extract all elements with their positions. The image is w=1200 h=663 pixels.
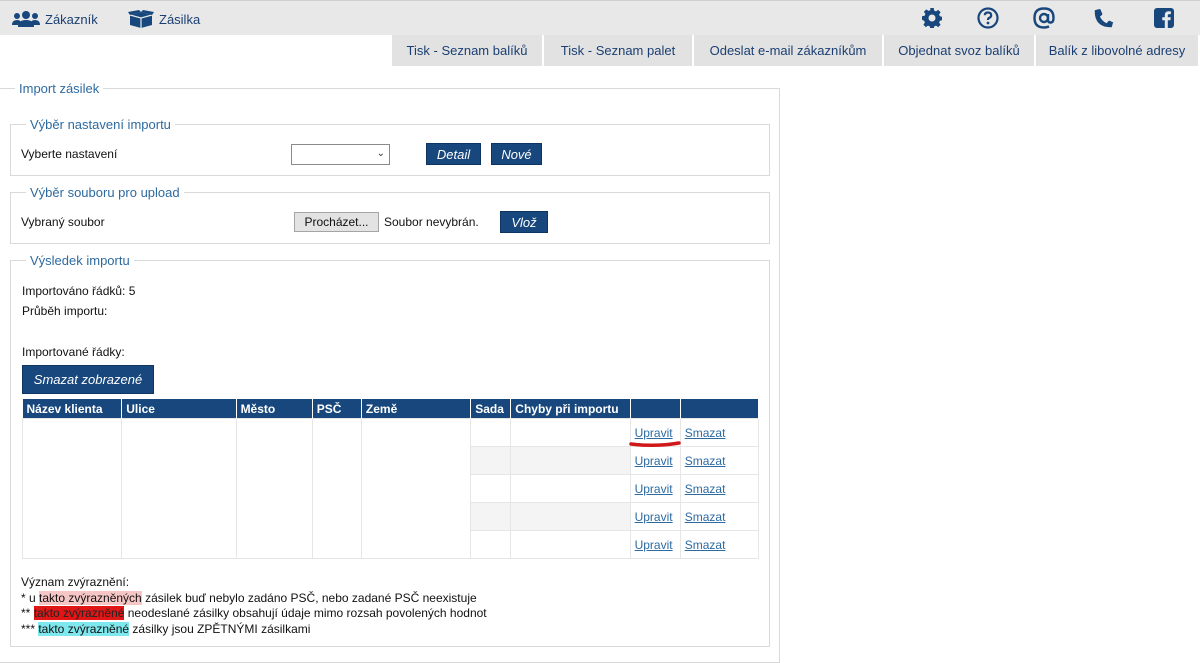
file-label: Vybraný soubor: [21, 215, 105, 229]
cell-set: [470, 446, 512, 475]
cell-errors: [510, 530, 631, 559]
highlight-legend-line-3: *** takto zvýrazněné zásilky jsou ZPĚTNÝ…: [21, 622, 310, 636]
tab-package-any-address[interactable]: Balík z libovolné adresy: [1034, 35, 1198, 66]
col-import-errors[interactable]: Chyby při importu: [510, 399, 631, 419]
cell-delete: Smazat: [679, 418, 760, 447]
legend-1-suffix: zásilek buď nebylo zadáno PSČ, nebo zada…: [141, 591, 477, 605]
import-title: Import zásilek: [19, 81, 100, 96]
new-button[interactable]: Nové: [491, 143, 542, 165]
imported-rows-label: Importované řádky:: [22, 345, 125, 359]
edit-link[interactable]: Upravit: [635, 538, 673, 552]
cell-delete: Smazat: [679, 502, 760, 531]
cell-zip: [311, 418, 362, 559]
at-icon[interactable]: [1033, 7, 1055, 29]
cell-set: [470, 530, 512, 559]
legend-3-suffix: zásilky jsou ZPĚTNÝMI zásilkami: [129, 622, 311, 636]
cell-delete: Smazat: [679, 474, 760, 503]
nav-customer[interactable]: Zákazník: [12, 10, 98, 28]
edit-link[interactable]: Upravit: [635, 426, 673, 440]
col-client-name[interactable]: Název klienta: [22, 399, 123, 419]
edit-link[interactable]: Upravit: [635, 510, 673, 524]
top-navbar: Zákazník Zásilka: [0, 0, 1200, 35]
cell-edit: Upravit: [629, 474, 681, 503]
nav-shipment[interactable]: Zásilka: [128, 10, 200, 28]
cell-errors: [510, 502, 631, 531]
insert-button[interactable]: Vlož: [500, 211, 548, 233]
settings-select[interactable]: ⌄: [291, 144, 390, 165]
col-zip[interactable]: PSČ: [312, 399, 362, 419]
cell-edit: Upravit: [629, 530, 681, 559]
nav-customer-label: Zákazník: [45, 11, 98, 27]
import-progress: Průběh importu:: [22, 304, 108, 318]
legend-2-suffix: neodeslané zásilky obsahují údaje mimo r…: [124, 606, 487, 620]
legend-2-highlight: takto zvýrazněné: [33, 606, 125, 620]
col-country[interactable]: Země: [361, 399, 472, 419]
tab-print-pallet-list[interactable]: Tisk - Seznam palet: [542, 35, 692, 66]
tab-print-package-list[interactable]: Tisk - Seznam balíků: [390, 35, 542, 66]
detail-button[interactable]: Detail: [426, 143, 481, 165]
settings-section: Výběr nastavení importu: [10, 117, 770, 176]
cell-client: [21, 418, 123, 559]
highlight-legend-line-1: * u takto zvýrazněných zásilek buď nebyl…: [21, 591, 477, 605]
imported-rows-table: Název klienta Ulice Město PSČ Země Sada …: [21, 399, 760, 559]
delete-link[interactable]: Smazat: [685, 482, 726, 496]
legend-3-highlight: takto zvýrazněné: [38, 622, 130, 636]
cell-delete: Smazat: [679, 446, 760, 475]
col-edit: [630, 399, 681, 419]
legend-1-prefix: * u: [21, 591, 40, 605]
cell-delete: Smazat: [679, 530, 760, 559]
phone-icon[interactable]: [1093, 7, 1115, 29]
cell-edit: Upravit: [629, 446, 681, 475]
highlight-underline: [628, 441, 681, 448]
settings-label: Vyberte nastavení: [21, 147, 118, 161]
gear-icon[interactable]: [921, 7, 943, 29]
upload-legend: Výběr souboru pro upload: [30, 185, 180, 200]
action-tabs: Tisk - Seznam balíků Tisk - Seznam palet…: [390, 35, 1198, 66]
cell-edit: Upravit: [628, 418, 681, 448]
cell-errors: [510, 474, 631, 503]
browse-button[interactable]: Procházet...: [294, 212, 379, 232]
legend-2-prefix: **: [21, 606, 34, 620]
legend-3-prefix: ***: [21, 622, 39, 636]
result-legend: Výsledek importu: [30, 253, 130, 268]
cell-street: [121, 418, 237, 559]
delete-link[interactable]: Smazat: [685, 454, 726, 468]
delete-link[interactable]: Smazat: [685, 510, 726, 524]
table-row: Upravit Smazat: [21, 418, 760, 559]
nav-shipment-label: Zásilka: [159, 11, 201, 27]
box-icon: [128, 10, 154, 28]
delete-link[interactable]: Smazat: [685, 538, 726, 552]
col-city[interactable]: Město: [236, 399, 313, 419]
col-delete: [680, 399, 760, 419]
legend-1-highlight: takto zvýrazněných: [39, 591, 142, 605]
users-icon: [12, 11, 40, 27]
facebook-icon[interactable]: [1153, 7, 1175, 29]
col-set[interactable]: Sada: [470, 399, 512, 419]
edit-link[interactable]: Upravit: [635, 482, 673, 496]
tab-order-pickup[interactable]: Objednat svoz balíků: [882, 35, 1034, 66]
cell-errors: [510, 418, 631, 447]
cell-set: [470, 502, 512, 531]
col-street[interactable]: Ulice: [121, 399, 237, 419]
cell-set: [470, 418, 512, 447]
highlight-legend-line-2: ** takto zvýrazněné neodeslané zásilky o…: [21, 606, 487, 620]
question-icon[interactable]: [977, 7, 999, 29]
cell-country: [360, 418, 472, 559]
delete-shown-button[interactable]: Smazat zobrazené: [22, 365, 154, 394]
cell-city: [235, 418, 313, 559]
cell-set: [470, 474, 512, 503]
highlight-legend-title: Význam zvýraznění:: [21, 575, 130, 589]
rows-imported: Importováno řádků: 5: [22, 284, 136, 298]
delete-link[interactable]: Smazat: [685, 426, 726, 440]
tab-send-email-customers[interactable]: Odeslat e-mail zákazníkům: [692, 35, 882, 66]
cell-errors: [510, 446, 631, 475]
file-status: Soubor nevybrán.: [384, 215, 479, 229]
table-header: Název klienta Ulice Město PSČ Země Sada …: [22, 399, 760, 419]
chevron-down-icon: ⌄: [376, 148, 385, 159]
cell-edit: Upravit: [629, 502, 681, 531]
edit-link[interactable]: Upravit: [635, 454, 673, 468]
settings-legend: Výběr nastavení importu: [30, 117, 171, 132]
